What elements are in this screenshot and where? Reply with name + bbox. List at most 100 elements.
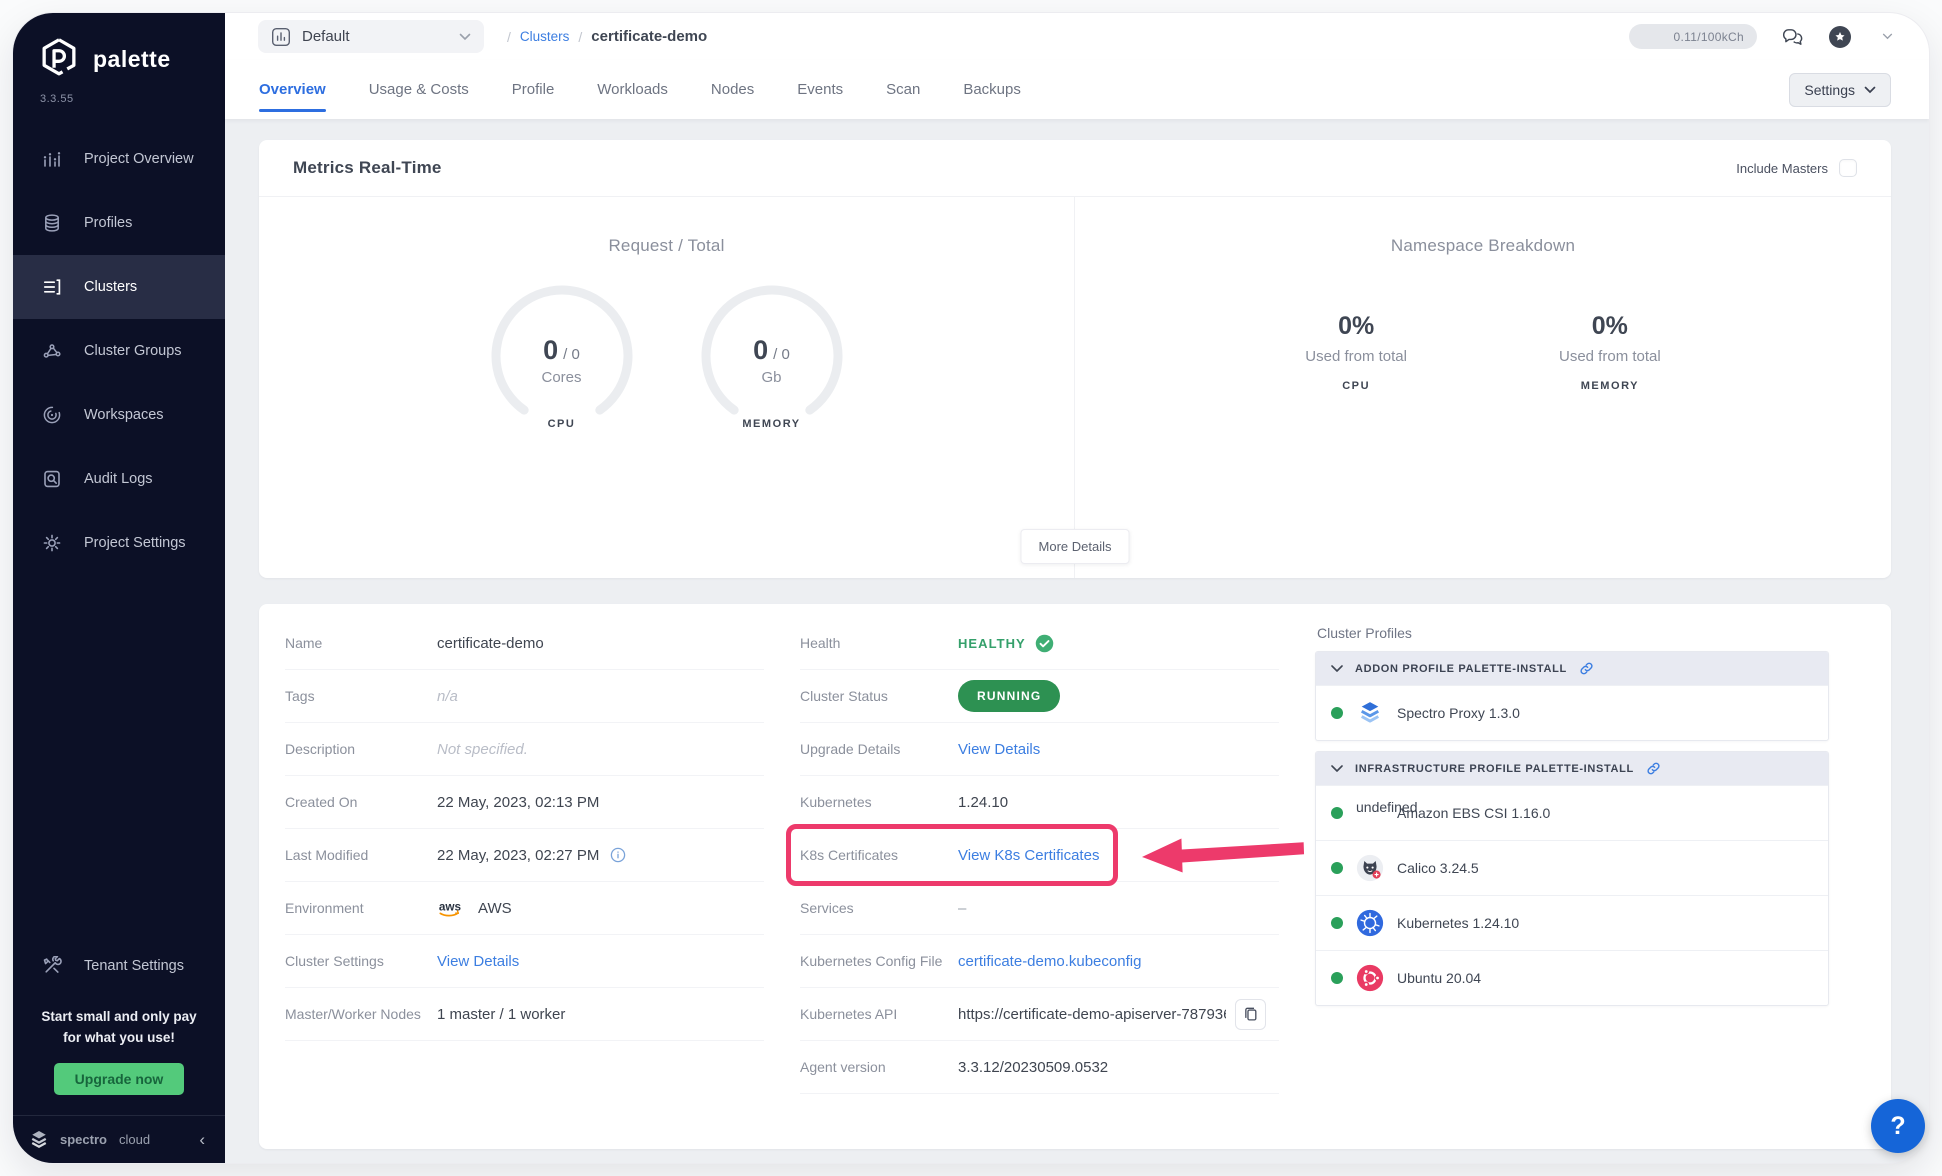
status-dot [1331,807,1343,819]
profile-section-header[interactable]: INFRASTRUCTURE PROFILE PALETTE-INSTALL [1316,752,1828,785]
whats-new-icon[interactable] [1829,26,1851,48]
upgrade-details-link[interactable]: View Details [958,741,1040,758]
detail-row-k8s-certificates: K8s CertificatesView K8s Certificates [800,829,1279,882]
pack-name: Calico 3.24.5 [1397,860,1479,876]
profile-pack-amazon-ebs-csi-1-16-0[interactable]: undefinedAmazon EBS CSI 1.16.0 [1316,785,1828,840]
detail-label: K8s Certificates [800,847,958,863]
chat-icon[interactable] [1782,26,1804,48]
name-value: certificate-demo [437,635,544,652]
spectro-proxy-logo-icon [1356,699,1384,727]
copy-icon[interactable] [1235,999,1266,1030]
detail-label: Kubernetes API [800,1006,958,1022]
cluster-settings-link[interactable]: View Details [437,953,519,970]
user-menu[interactable] [1876,33,1893,40]
tab-events[interactable]: Events [797,60,843,119]
tags-value: n/a [437,688,458,705]
detail-row-tags: Tagsn/a [285,670,764,723]
kubernetes-logo-icon [1356,909,1384,937]
metrics-title: Metrics Real-Time [293,158,442,178]
namespace-title: Namespace Breakdown [1075,236,1891,256]
cluster-tabs: Overview Usage & Costs Profile Workloads Nod… [225,60,1929,119]
sidebar-item-audit-logs[interactable]: Audit Logs [13,447,225,511]
cluster-status-badge: RUNNING [958,680,1060,712]
promo-text: Start small and only pay for what you us… [13,1007,225,1049]
palette-logo-icon [37,37,81,81]
k8s-certificates-link[interactable]: View K8s Certificates [958,847,1099,864]
detail-row-description: DescriptionNot specified. [285,723,764,776]
detail-row-agent-version: Agent version3.3.12/20230509.0532 [800,1041,1279,1094]
detail-label: Kubernetes [800,794,958,810]
app-title: palette [93,46,171,73]
help-button[interactable]: ? [1871,1099,1925,1153]
sidebar-item-project-settings[interactable]: Project Settings [13,511,225,575]
tab-profile[interactable]: Profile [512,60,555,119]
more-details-button[interactable]: More Details [1021,529,1130,564]
last-modified-value: 22 May, 2023, 02:27 PM [437,847,626,864]
namespace-stat-cpu: 0%Used from totalCPU [1305,312,1407,392]
profile-section-addon-profile-palette-install: ADDON PROFILE PALETTE-INSTALL Spectro Pro… [1315,651,1829,741]
sidebar-item-workspaces[interactable]: Workspaces [13,383,225,447]
sidebar-nav: Project Overview ProfilesClusters Cluster … [13,127,225,575]
pack-name: Amazon EBS CSI 1.16.0 [1397,805,1550,821]
breadcrumb-clusters-link[interactable]: Clusters [520,29,570,44]
kubernetes-config-file-link[interactable]: certificate-demo.kubeconfig [958,953,1141,970]
tab-overview[interactable]: Overview [259,60,326,119]
detail-label: Last Modified [285,847,437,863]
tab-workloads[interactable]: Workloads [597,60,668,119]
project-selector[interactable]: Default [258,20,484,53]
profile-section-header[interactable]: ADDON PROFILE PALETTE-INSTALL [1316,652,1828,685]
ubuntu-logo-icon [1356,964,1384,992]
sidebar-item-label: Tenant Settings [84,958,184,974]
detail-label: Kubernetes Config File [800,953,958,969]
services-value: – [958,900,966,917]
detail-label: Tags [285,688,437,704]
tab-nodes[interactable]: Nodes [711,60,754,119]
sidebar-item-profiles[interactable]: Profiles [13,191,225,255]
created-on-value: 22 May, 2023, 02:13 PM [437,794,599,811]
detail-label: Upgrade Details [800,741,958,757]
tab-usage-costs[interactable]: Usage & Costs [369,60,469,119]
include-masters-checkbox[interactable] [1839,159,1857,177]
info-icon[interactable] [610,847,626,863]
profile-pack-ubuntu-20-04[interactable]: Ubuntu 20.04 [1316,950,1828,1005]
workspaces-icon [42,405,62,425]
pack-name: Spectro Proxy 1.3.0 [1397,705,1520,721]
project-selector-value: Default [302,28,350,45]
cluster-profiles-panel: Cluster Profiles ADDON PROFILE PALETTE-I… [1315,617,1865,1129]
detail-label: Environment [285,900,437,916]
link-icon[interactable] [1579,661,1594,676]
detail-row-name: Namecertificate-demo [285,617,764,670]
sidebar-item-cluster-groups[interactable]: Cluster Groups [13,319,225,383]
settings-button[interactable]: Settings [1789,73,1891,107]
detail-label: Name [285,635,437,651]
sidebar-item-clusters[interactable]: Clusters [13,255,225,319]
chevron-down-icon [1864,86,1876,94]
profile-pack-spectro-proxy-1-3-0[interactable]: Spectro Proxy 1.3.0 [1316,685,1828,740]
sidebar-item-tenant-settings[interactable]: Tenant Settings [13,939,225,993]
top-bar: Default / Clusters / certificate-demo 0.… [225,13,1929,60]
sidebar-item-label: Cluster Groups [84,343,182,359]
clusters-icon [42,277,62,297]
profile-pack-kubernetes-1-24-10[interactable]: Kubernetes 1.24.10 [1316,895,1828,950]
project-overview-icon [42,149,62,169]
tab-scan[interactable]: Scan [886,60,920,119]
detail-row-upgrade-details: Upgrade DetailsView Details [800,723,1279,776]
healthy-check-icon [1035,634,1054,653]
tab-backups[interactable]: Backups [963,60,1021,119]
aws-logo-icon: aws [437,898,469,919]
gauge-memory: 0/ 0GbMEMORY [696,280,848,430]
request-total-panel: Request / Total 0/ 0CoresCPU0/ 0GbMEMORY [259,197,1075,578]
detail-row-created-on: Created On22 May, 2023, 02:13 PM [285,776,764,829]
chevron-down-icon [1331,765,1343,772]
include-masters-toggle[interactable]: Include Masters [1736,159,1857,177]
breadcrumb: / Clusters / certificate-demo [507,28,707,45]
sidebar-item-project-overview[interactable]: Project Overview [13,127,225,191]
detail-label: Cluster Status [800,688,958,704]
profile-pack-calico-3-24-5[interactable]: Calico 3.24.5 [1316,840,1828,895]
detail-label: Created On [285,794,437,810]
sidebar-item-label: Project Overview [84,151,194,167]
upgrade-now-button[interactable]: Upgrade now [54,1063,185,1095]
link-icon[interactable] [1646,761,1661,776]
chevron-down-icon [459,33,471,41]
collapse-sidebar-icon[interactable]: ‹ [199,1130,205,1150]
